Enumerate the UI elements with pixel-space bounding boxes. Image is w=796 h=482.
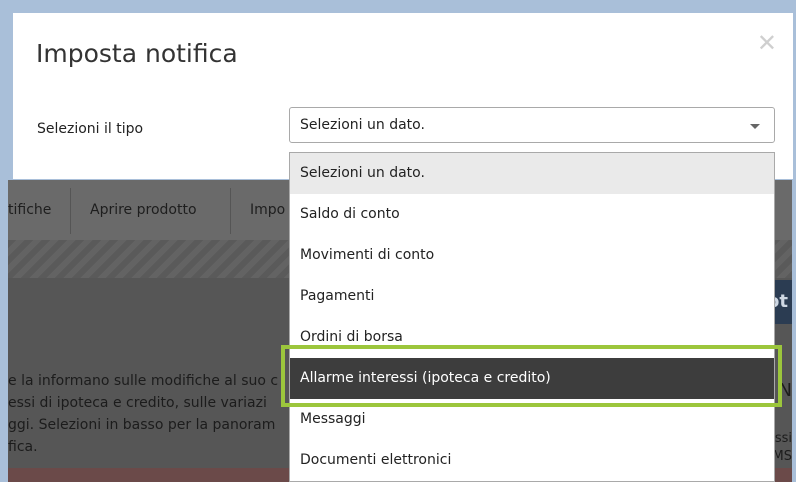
type-select-value: Selezioni un dato. <box>300 117 425 133</box>
tab-aprire-prodotto: Aprire prodotto <box>90 202 197 218</box>
dropdown-option-movimenti-di-conto[interactable]: Movimenti di conto <box>290 235 774 276</box>
dropdown-option-saldo-di-conto[interactable]: Saldo di conto <box>290 194 774 235</box>
dropdown-option-pagamenti[interactable]: Pagamenti <box>290 276 774 317</box>
background-body-text: e la informano sulle modifiche al suo ce… <box>8 373 279 455</box>
close-icon[interactable]: ✕ <box>757 29 777 57</box>
tab-separator <box>70 188 71 234</box>
type-select[interactable]: Selezioni un dato. <box>289 107 775 143</box>
tab-separator <box>230 188 231 234</box>
tab-notifiche: tifiche <box>8 202 52 218</box>
background-right-letter: N <box>778 380 792 401</box>
tab-impostazioni: Impo <box>250 202 286 218</box>
dropdown-option-messaggi[interactable]: Messaggi <box>290 399 774 440</box>
dropdown-option-placeholder[interactable]: Selezioni un dato. <box>290 153 774 194</box>
type-dropdown-list: Selezioni un dato. Saldo di conto Movime… <box>289 152 775 482</box>
type-field-label: Selezioni il tipo <box>37 121 144 137</box>
dropdown-option-documenti-elettronici[interactable]: Documenti elettronici <box>290 440 774 481</box>
dropdown-option-ordini-di-borsa[interactable]: Ordini di borsa <box>290 317 774 358</box>
dropdown-option-allarme-interessi[interactable]: Allarme interessi (ipoteca e credito) <box>290 358 774 399</box>
chevron-down-icon <box>750 124 760 129</box>
modal-title: Imposta notifica <box>36 39 238 68</box>
background-right-text: ssi MS <box>772 431 792 464</box>
